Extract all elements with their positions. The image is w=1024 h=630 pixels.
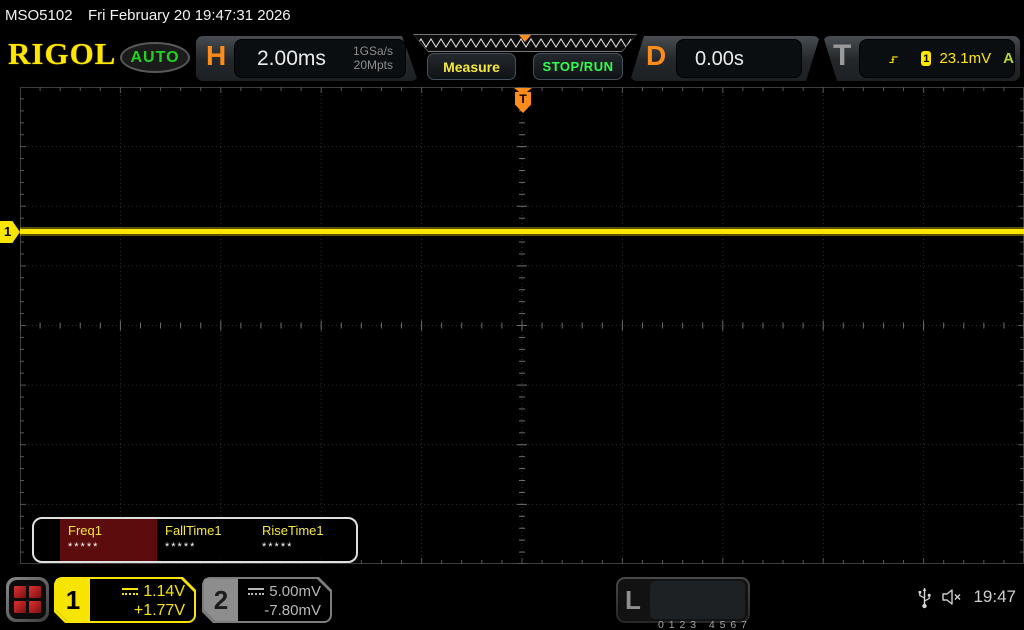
trigger-sweep-mode: A bbox=[1003, 50, 1014, 67]
measurement-value: ***** bbox=[262, 541, 351, 553]
horizontal-panel[interactable]: H 2.00ms 1GSa/s 20Mpts bbox=[196, 36, 418, 81]
measurement-value: ***** bbox=[165, 541, 254, 553]
measurement-risetime1[interactable]: RiseTime1 ***** bbox=[254, 519, 351, 561]
speaker-muted-icon bbox=[941, 588, 963, 606]
channel1-level-marker[interactable]: 1 bbox=[0, 221, 20, 243]
channel2-status-box[interactable]: 2 5.00mV -7.80mV bbox=[202, 577, 332, 623]
timebase-value: 2.00ms bbox=[257, 47, 326, 71]
menu-grid-icon bbox=[9, 580, 46, 619]
bottom-bar: 1 1.14V +1.77V 2 5.00mV bbox=[0, 570, 1024, 630]
dc-coupling-icon bbox=[248, 588, 264, 595]
status-line: MSO5102 Fri February 20 19:47:31 2026 bbox=[0, 0, 1024, 30]
channel1-status-box[interactable]: 1 1.14V +1.77V bbox=[54, 577, 196, 623]
measurement-name: Freq1 bbox=[68, 523, 157, 538]
channel1-offset: +1.77V bbox=[90, 601, 185, 620]
measurement-value: ***** bbox=[68, 541, 157, 553]
memory-position-marker-icon bbox=[519, 35, 531, 42]
menu-grid-button[interactable] bbox=[6, 577, 49, 622]
channel2-offset: -7.80mV bbox=[238, 601, 321, 620]
trigger-inner: 1 23.1mV A bbox=[859, 39, 1015, 78]
dc-coupling-icon bbox=[122, 588, 138, 595]
channel1-trace bbox=[20, 229, 1024, 234]
measure-button[interactable]: Measure bbox=[427, 53, 516, 80]
auto-mode-badge[interactable]: AUTO bbox=[120, 42, 190, 73]
horizontal-inner: 2.00ms 1GSa/s 20Mpts bbox=[234, 39, 406, 78]
logic-channel-numbers: 0 1 2 3 4 5 6 7 8 9 1011 12131415 bbox=[650, 581, 745, 619]
trigger-label: T bbox=[833, 39, 851, 73]
channel1-number: 1 bbox=[56, 579, 90, 621]
status-icons: 19:47 bbox=[918, 584, 1016, 610]
trigger-marker-pin: T bbox=[515, 92, 531, 113]
logic-channels-box[interactable]: L 0 1 2 3 4 5 6 7 8 9 1011 12131415 bbox=[616, 577, 750, 623]
logic-label: L bbox=[625, 585, 641, 616]
model-label: MSO5102 bbox=[5, 7, 73, 24]
memory-depth-value: 20Mpts bbox=[353, 58, 393, 72]
waveform-display-area bbox=[20, 87, 1024, 564]
measurement-results-box[interactable]: Freq1 ***** FallTime1 ***** RiseTime1 **… bbox=[32, 517, 358, 563]
measurement-name: RiseTime1 bbox=[262, 523, 351, 538]
delay-inner: 0.00s bbox=[676, 39, 802, 78]
header-bar: RIGOL AUTO H 2.00ms 1GSa/s 20Mpts Measur… bbox=[0, 30, 1024, 83]
clock-display: 19:47 bbox=[973, 587, 1016, 607]
rigol-logo: RIGOL bbox=[8, 36, 116, 72]
horizontal-label: H bbox=[206, 40, 226, 72]
usb-icon bbox=[918, 584, 931, 610]
sample-rate-block: 1GSa/s 20Mpts bbox=[353, 44, 393, 72]
delay-label: D bbox=[646, 40, 666, 72]
trigger-source-badge: 1 bbox=[921, 51, 931, 66]
datetime-label: Fri February 20 19:47:31 2026 bbox=[88, 7, 291, 24]
graticule-grid bbox=[20, 87, 1024, 564]
stop-run-button[interactable]: STOP/RUN bbox=[533, 53, 623, 80]
rising-edge-icon bbox=[888, 51, 899, 67]
trigger-level-value: 23.1mV bbox=[939, 50, 991, 67]
trigger-position-marker[interactable]: T bbox=[514, 88, 532, 114]
delay-value: 0.00s bbox=[695, 48, 744, 71]
channel2-number: 2 bbox=[204, 579, 238, 621]
channel1-scale: 1.14V bbox=[143, 582, 185, 601]
measurement-falltime1[interactable]: FallTime1 ***** bbox=[157, 519, 254, 561]
memory-waveform-bar[interactable] bbox=[413, 34, 637, 52]
sample-rate-value: 1GSa/s bbox=[353, 44, 393, 58]
delay-panel[interactable]: D 0.00s bbox=[630, 36, 820, 81]
measurement-freq1[interactable]: Freq1 ***** bbox=[60, 519, 157, 561]
measurement-name: FallTime1 bbox=[165, 523, 254, 538]
oscilloscope-screen: MSO5102 Fri February 20 19:47:31 2026 RI… bbox=[0, 0, 1024, 630]
trigger-panel[interactable]: T 1 23.1mV A bbox=[823, 36, 1020, 81]
channel2-scale: 5.00mV bbox=[269, 582, 321, 601]
